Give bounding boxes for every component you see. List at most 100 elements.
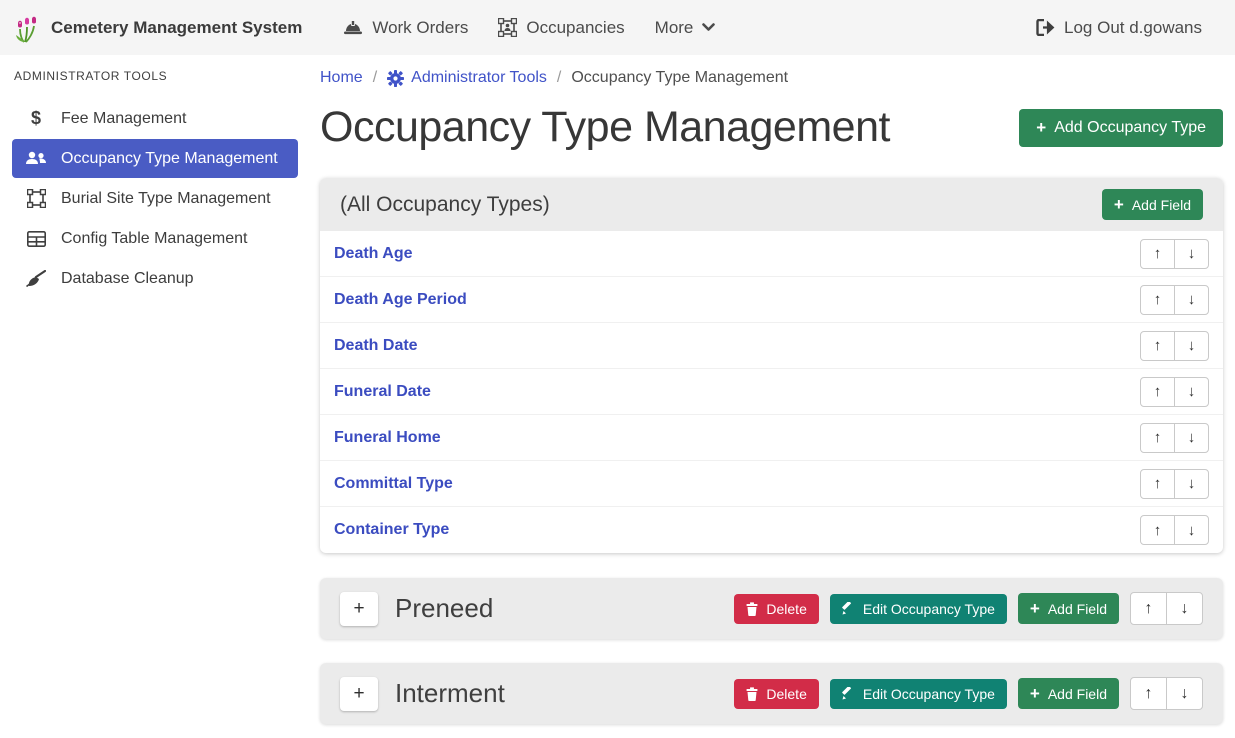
trash-icon <box>746 687 758 701</box>
field-row: Funeral Date ↑ ↓ <box>320 369 1223 415</box>
reorder-buttons: ↑ ↓ <box>1130 677 1203 710</box>
breadcrumb-separator: / <box>557 69 561 87</box>
add-field-button[interactable]: + Add Field <box>1018 678 1119 709</box>
vector-square-icon <box>24 189 48 208</box>
arrow-down-icon: ↓ <box>1181 600 1189 618</box>
add-occupancy-type-label: Add Occupancy Type <box>1054 119 1206 137</box>
move-down-button[interactable]: ↓ <box>1174 239 1209 269</box>
add-occupancy-type-button[interactable]: + Add Occupancy Type <box>1019 109 1223 147</box>
move-up-button[interactable]: ↑ <box>1130 592 1167 625</box>
app-brand[interactable]: Cemetery Management System <box>14 13 302 43</box>
move-down-button[interactable]: ↓ <box>1174 515 1209 545</box>
sidebar-item-label: Fee Management <box>61 110 186 128</box>
reorder-buttons: ↑ ↓ <box>1130 592 1203 625</box>
nav-more-label: More <box>655 18 694 38</box>
expand-icon: + <box>353 683 364 705</box>
delete-button[interactable]: Delete <box>734 679 818 709</box>
edit-occupancy-type-button[interactable]: Edit Occupancy Type <box>830 679 1007 709</box>
sidebar-item-occupancy-type-management[interactable]: Occupancy Type Management <box>12 139 298 178</box>
field-link-committal-type[interactable]: Committal Type <box>334 475 453 493</box>
section-title: Preneed <box>395 593 493 624</box>
move-up-button[interactable]: ↑ <box>1140 469 1175 499</box>
nav-work-orders[interactable]: Work Orders <box>343 18 468 38</box>
sidebar-item-burial-site-type-management[interactable]: Burial Site Type Management <box>12 179 298 218</box>
reorder-buttons: ↑ ↓ <box>1140 469 1209 499</box>
move-down-button[interactable]: ↓ <box>1174 377 1209 407</box>
expand-section-button[interactable]: + <box>340 677 378 711</box>
move-down-button[interactable]: ↓ <box>1174 285 1209 315</box>
nav-work-orders-label: Work Orders <box>372 18 468 38</box>
move-up-button[interactable]: ↑ <box>1140 285 1175 315</box>
move-down-button[interactable]: ↓ <box>1174 423 1209 453</box>
field-row: Death Age Period ↑ ↓ <box>320 277 1223 323</box>
field-link-container-type[interactable]: Container Type <box>334 521 449 539</box>
nav-occupancies-label: Occupancies <box>526 18 624 38</box>
sidebar-item-label: Database Cleanup <box>61 270 194 288</box>
reorder-buttons: ↑ ↓ <box>1140 377 1209 407</box>
trash-icon <box>746 602 758 616</box>
add-field-label: Add Field <box>1048 601 1107 617</box>
field-row: Container Type ↑ ↓ <box>320 507 1223 553</box>
breadcrumb-home-link[interactable]: Home <box>320 69 363 87</box>
move-down-button[interactable]: ↓ <box>1174 331 1209 361</box>
delete-label: Delete <box>766 601 806 617</box>
broom-icon <box>24 270 48 287</box>
move-up-button[interactable]: ↑ <box>1140 423 1175 453</box>
page-title: Occupancy Type Management <box>320 103 890 152</box>
field-link-funeral-date[interactable]: Funeral Date <box>334 383 431 401</box>
field-row: Death Age ↑ ↓ <box>320 231 1223 277</box>
field-link-death-age-period[interactable]: Death Age Period <box>334 291 467 309</box>
sidebar-item-config-table-management[interactable]: Config Table Management <box>12 219 298 258</box>
add-field-label: Add Field <box>1132 197 1191 213</box>
arrow-down-icon: ↓ <box>1188 245 1196 262</box>
add-field-button[interactable]: + Add Field <box>1018 593 1119 624</box>
field-link-death-date[interactable]: Death Date <box>334 337 418 355</box>
move-up-button[interactable]: ↑ <box>1140 515 1175 545</box>
arrow-down-icon: ↓ <box>1188 475 1196 492</box>
nav-occupancies[interactable]: Occupancies <box>498 18 624 38</box>
move-down-button[interactable]: ↓ <box>1174 469 1209 499</box>
section-title: Interment <box>395 678 505 709</box>
arrow-up-icon: ↑ <box>1154 429 1162 446</box>
arrow-down-icon: ↓ <box>1188 337 1196 354</box>
delete-label: Delete <box>766 686 806 702</box>
arrow-up-icon: ↑ <box>1154 522 1162 539</box>
add-field-button[interactable]: + Add Field <box>1102 189 1203 220</box>
section-actions: Delete Edit Occupancy Type + Add Field <box>734 592 1203 625</box>
users-icon <box>24 151 48 166</box>
sidebar-item-database-cleanup[interactable]: Database Cleanup <box>12 259 298 298</box>
logout-label: Log Out d.gowans <box>1064 18 1202 38</box>
sidebar-heading: ADMINISTRATOR TOOLS <box>14 69 298 83</box>
dollar-icon: $ <box>24 108 48 129</box>
move-up-button[interactable]: ↑ <box>1130 677 1167 710</box>
section-interment: + Interment Delete <box>320 663 1223 724</box>
main-content: Home / <box>310 55 1235 738</box>
breadcrumb-admin-tools-link[interactable]: Administrator Tools <box>387 69 547 87</box>
breadcrumb-admin-tools-label: Administrator Tools <box>411 69 547 87</box>
nav-more-menu[interactable]: More <box>655 18 716 38</box>
field-link-funeral-home[interactable]: Funeral Home <box>334 429 441 447</box>
move-up-button[interactable]: ↑ <box>1140 377 1175 407</box>
field-link-death-age[interactable]: Death Age <box>334 245 413 263</box>
move-down-button[interactable]: ↓ <box>1166 592 1203 625</box>
expand-section-button[interactable]: + <box>340 592 378 626</box>
logout-link[interactable]: Log Out d.gowans <box>1036 18 1202 38</box>
move-up-button[interactable]: ↑ <box>1140 331 1175 361</box>
edit-occupancy-type-button[interactable]: Edit Occupancy Type <box>830 594 1007 624</box>
sidebar-item-label: Burial Site Type Management <box>61 190 271 208</box>
expand-icon: + <box>353 598 364 620</box>
arrow-up-icon: ↑ <box>1154 475 1162 492</box>
all-occupancy-types-card: (All Occupancy Types) + Add Field Death … <box>320 178 1223 553</box>
tulip-logo-icon <box>14 13 40 43</box>
arrow-up-icon: ↑ <box>1154 383 1162 400</box>
breadcrumb: Home / <box>320 69 1223 87</box>
arrow-down-icon: ↓ <box>1188 383 1196 400</box>
edit-occupancy-type-label: Edit Occupancy Type <box>863 601 995 617</box>
delete-button[interactable]: Delete <box>734 594 818 624</box>
move-up-button[interactable]: ↑ <box>1140 239 1175 269</box>
reorder-buttons: ↑ ↓ <box>1140 515 1209 545</box>
reorder-buttons: ↑ ↓ <box>1140 239 1209 269</box>
move-down-button[interactable]: ↓ <box>1166 677 1203 710</box>
sidebar-item-fee-management[interactable]: $ Fee Management <box>12 99 298 138</box>
table-icon <box>24 231 48 247</box>
